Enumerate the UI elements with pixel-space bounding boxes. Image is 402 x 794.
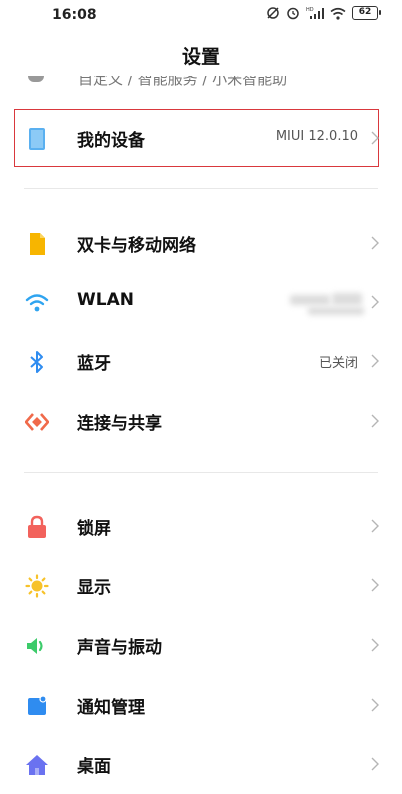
display-label: 显示 bbox=[77, 578, 111, 598]
sound-vibration-label: 声音与振动 bbox=[77, 638, 162, 658]
chevron-right-icon bbox=[371, 519, 379, 533]
chevron-right-icon bbox=[371, 414, 379, 428]
wifi-icon bbox=[330, 7, 346, 20]
lock-screen-label: 锁屏 bbox=[77, 519, 111, 539]
notification-management-label: 通知管理 bbox=[77, 698, 145, 718]
battery-icon: 62 bbox=[352, 6, 381, 20]
home-icon bbox=[24, 752, 50, 778]
tablet-icon bbox=[24, 126, 50, 152]
chevron-right-icon bbox=[371, 578, 379, 592]
sound-vibration-item[interactable]: 声音与振动 bbox=[0, 616, 402, 674]
chevron-right-icon bbox=[371, 698, 379, 712]
sun-icon bbox=[24, 573, 50, 599]
sidebar-item-sim-mobile-network[interactable]: 双卡与移动网络 bbox=[0, 214, 402, 272]
share-connect-icon bbox=[24, 409, 50, 435]
section-divider bbox=[24, 188, 378, 189]
lock-icon bbox=[24, 514, 50, 540]
section-divider bbox=[24, 472, 378, 473]
connection-sharing-label: 连接与共享 bbox=[77, 414, 162, 434]
notification-management-item[interactable]: 通知管理 bbox=[0, 676, 402, 734]
status-time: 16:08 bbox=[52, 7, 97, 23]
status-bar: 16:08 HD 62 bbox=[0, 0, 402, 30]
chevron-right-icon bbox=[371, 236, 379, 250]
speaker-icon bbox=[24, 633, 50, 659]
svg-text:HD: HD bbox=[306, 7, 314, 13]
alarm-off-icon bbox=[267, 7, 279, 19]
page-title: 设置 bbox=[181, 46, 220, 68]
sim-card-icon bbox=[24, 231, 50, 257]
cut-off-item-icon bbox=[28, 76, 44, 82]
bluetooth-item[interactable]: 蓝牙 已关闭 bbox=[0, 332, 402, 390]
bluetooth-label: 蓝牙 bbox=[77, 354, 111, 374]
bluetooth-icon bbox=[24, 349, 50, 375]
wifi-icon bbox=[24, 290, 50, 316]
sim-mobile-network-label: 双卡与移动网络 bbox=[77, 236, 196, 256]
alarm-clock-icon bbox=[287, 7, 299, 20]
chevron-right-icon bbox=[371, 638, 379, 652]
chevron-right-icon bbox=[371, 757, 379, 771]
my-device-version: MIUI 12.0.10 bbox=[275, 129, 358, 144]
status-icons: HD 62 bbox=[266, 6, 381, 20]
bluetooth-status: 已关闭 bbox=[318, 356, 358, 371]
notification-icon bbox=[24, 693, 50, 719]
lock-screen-item[interactable]: 锁屏 bbox=[0, 497, 402, 555]
home-screen-item[interactable]: 桌面 bbox=[0, 735, 402, 793]
hd-signal-icon: HD bbox=[306, 7, 324, 19]
home-screen-label: 桌面 bbox=[77, 757, 111, 777]
display-item[interactable]: 显示 bbox=[0, 556, 402, 614]
wlan-network-name-blurred bbox=[288, 291, 384, 319]
cut-off-item-label: 自定义 / 智能服务 / 小米智能助理 bbox=[78, 76, 288, 88]
connection-sharing-item[interactable]: 连接与共享 bbox=[0, 392, 402, 450]
cut-off-item[interactable]: 自定义 / 智能服务 / 小米智能助理 bbox=[78, 76, 298, 90]
my-device-item[interactable]: 我的设备 MIUI 12.0.10 bbox=[0, 109, 402, 167]
chevron-right-icon bbox=[371, 131, 379, 145]
my-device-label: 我的设备 bbox=[77, 131, 145, 151]
chevron-right-icon bbox=[371, 354, 379, 368]
wlan-label: WLAN bbox=[77, 290, 134, 310]
